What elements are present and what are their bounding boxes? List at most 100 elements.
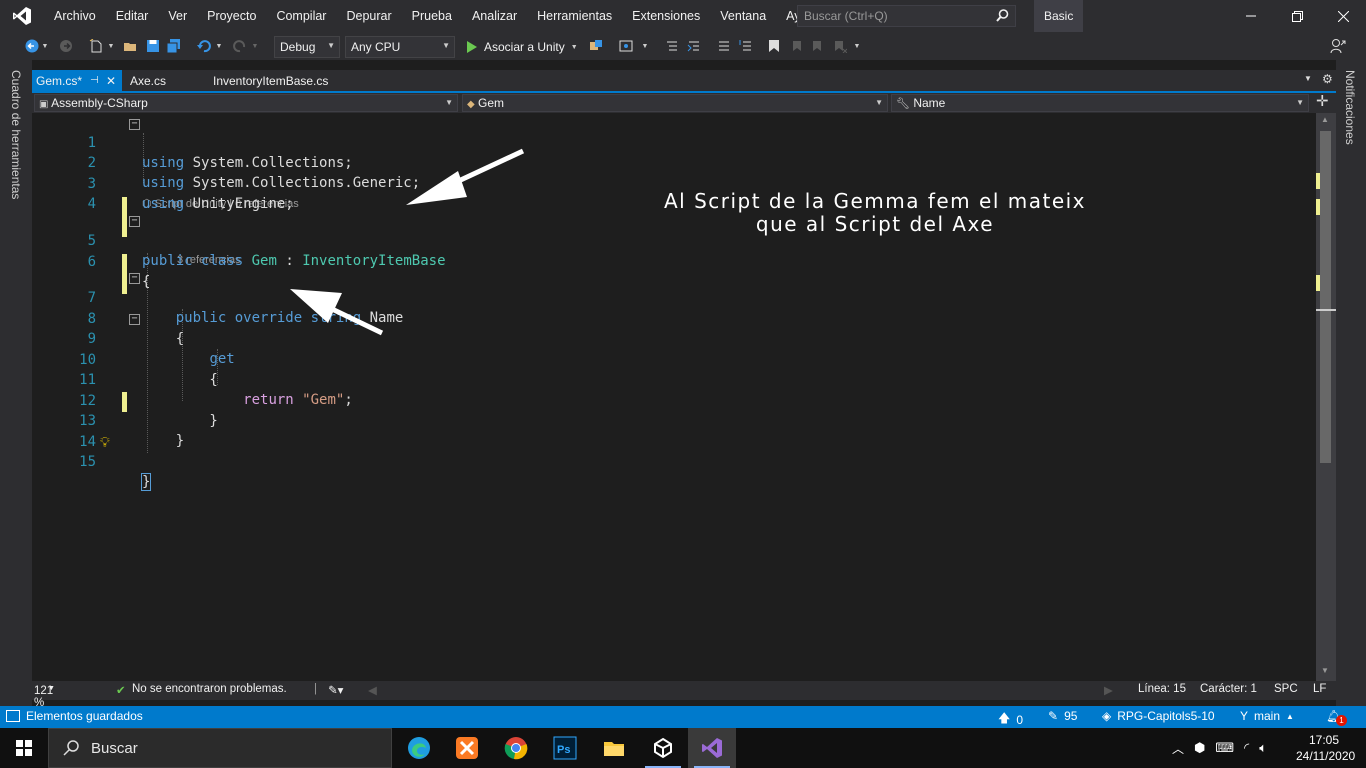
file-explorer-app-icon[interactable] <box>590 728 638 768</box>
redo-icon[interactable] <box>232 38 248 54</box>
step-into-icon[interactable] <box>664 38 680 54</box>
menu-depurar[interactable]: Depurar <box>336 0 401 32</box>
menu-proyecto[interactable]: Proyecto <box>197 0 266 32</box>
menu-herramientas[interactable]: Herramientas <box>527 0 622 32</box>
photoshop-app-icon[interactable]: Ps <box>541 728 589 768</box>
forward-icon[interactable] <box>58 38 74 54</box>
notifications-tab-label[interactable]: Notificaciones <box>1343 70 1357 145</box>
gear-icon[interactable]: ⚙ <box>1322 72 1333 86</box>
unity-app-icon[interactable] <box>639 728 687 768</box>
undo-icon[interactable] <box>196 38 212 54</box>
open-folder-icon[interactable] <box>122 38 138 54</box>
tab-gem-cs[interactable]: Gem.cs* ⊣ ✕ <box>32 70 122 92</box>
toolbar-overflow-icon[interactable]: ▼ <box>852 38 862 54</box>
split-window-icon[interactable]: ✛ <box>1316 93 1329 111</box>
xampp-app-icon[interactable] <box>443 728 491 768</box>
code-cleanup-icon[interactable]: ✎▾ <box>328 683 343 697</box>
comment-icon[interactable] <box>716 38 732 54</box>
clear-bookmarks-icon[interactable] <box>832 38 848 54</box>
menu-ver[interactable]: Ver <box>158 0 197 32</box>
step-over-icon[interactable] <box>686 38 702 54</box>
chevron-down-icon[interactable]: ▼ <box>40 38 50 54</box>
menu-compilar[interactable]: Compilar <box>266 0 336 32</box>
scroll-up-icon[interactable]: ▲ <box>1321 115 1329 124</box>
property-wrench-icon: 🔧︎ <box>896 98 910 110</box>
bookmark-icon[interactable] <box>766 38 782 54</box>
project-select[interactable]: ▣ Assembly-CSharp ▼ <box>34 94 458 112</box>
menu-extensiones[interactable]: Extensiones <box>622 0 710 32</box>
uncomment-icon[interactable] <box>738 38 754 54</box>
visual-studio-logo-icon[interactable] <box>0 0 44 32</box>
volume-muted-icon[interactable]: 🔈︎ <box>1259 740 1267 756</box>
unity-hub-tray-icon[interactable]: ⬢ <box>1194 740 1205 756</box>
tab-inventoryitembase-cs[interactable]: InventoryItemBase.cs <box>209 70 359 92</box>
live-share-user-icon[interactable] <box>1330 38 1346 54</box>
notifications-side-panel[interactable]: Notificaciones <box>1336 60 1366 706</box>
scroll-left-icon[interactable]: ◀ <box>368 683 377 697</box>
line-indicator[interactable]: Línea: 15 <box>1138 683 1186 695</box>
chevron-down-icon[interactable]: ▼ <box>106 38 116 54</box>
taskbar-search-input[interactable]: Buscar <box>48 728 392 768</box>
svg-text:Ps: Ps <box>557 744 570 756</box>
save-icon[interactable] <box>145 38 161 54</box>
show-hidden-icons-icon[interactable]: ︿ <box>1172 740 1184 757</box>
line-ending-indicator[interactable]: LF <box>1313 683 1326 695</box>
back-icon[interactable] <box>24 38 40 54</box>
search-input[interactable]: Buscar (Ctrl+Q) <box>797 5 1016 27</box>
member-select[interactable]: 🔧︎ Name ▼ <box>891 94 1309 112</box>
notification-badge: 1 <box>1336 715 1347 726</box>
chevron-down-icon[interactable]: ▼ <box>640 38 650 54</box>
close-icon[interactable] <box>1320 0 1366 32</box>
solution-platform-select[interactable]: Any CPU ▼ <box>345 36 455 58</box>
scroll-right-icon[interactable]: ▶ <box>1104 683 1113 697</box>
profile-label[interactable]: Basic <box>1034 0 1084 32</box>
up-count: 0 <box>1016 712 1024 727</box>
next-bookmark-icon[interactable] <box>810 38 826 54</box>
restore-icon[interactable] <box>1274 0 1320 32</box>
solution-configuration-select[interactable]: Debug ▼ <box>274 36 340 58</box>
keyboard-icon[interactable]: ⌨ <box>1215 740 1234 756</box>
menu-ventana[interactable]: Ventana <box>710 0 776 32</box>
attach-unity-button[interactable]: Asociar a Unity ▼ <box>462 36 582 58</box>
menu-editar[interactable]: Editar <box>106 0 159 32</box>
wifi-icon[interactable]: ◜ <box>1244 740 1249 756</box>
project-value: Assembly-CSharp <box>51 96 148 110</box>
tab-axe-cs[interactable]: Axe.cs <box>126 70 216 92</box>
windows-start-button[interactable] <box>0 728 48 768</box>
whitespace-indicator[interactable]: SPC <box>1274 683 1298 695</box>
chrome-app-icon[interactable] <box>492 728 540 768</box>
branch-selector[interactable]: Y main ▲ <box>1240 709 1294 723</box>
type-select[interactable]: ◆ Gem ▼ <box>462 94 888 112</box>
problems-status[interactable]: No se encontraron problemas. <box>132 683 287 695</box>
toolbox-tab-label[interactable]: Cuadro de herramientas <box>9 70 23 199</box>
new-project-icon[interactable] <box>88 38 104 54</box>
menu-archivo[interactable]: Archivo <box>44 0 106 32</box>
save-all-icon[interactable] <box>166 38 182 54</box>
minimize-icon[interactable] <box>1228 0 1274 32</box>
char-indicator[interactable]: Carácter: 1 <box>1200 683 1257 695</box>
repository-selector[interactable]: ◈ RPG-Capitols5-10 <box>1102 709 1215 723</box>
close-tab-icon[interactable]: ✕ <box>106 70 116 92</box>
clock-time: 17:05 <box>1308 733 1340 747</box>
tab-list-dropdown-icon[interactable]: ▼ <box>1304 74 1312 83</box>
notifications-button[interactable]: 🔔︎ 1 <box>1326 709 1347 726</box>
previous-bookmark-icon[interactable] <box>788 38 804 54</box>
scrollbar-thumb[interactable] <box>1320 131 1331 463</box>
browse-icon[interactable] <box>618 38 634 54</box>
chevron-down-icon[interactable]: ▼ <box>214 38 224 54</box>
menu-prueba[interactable]: Prueba <box>402 0 462 32</box>
chevron-down-icon[interactable]: ▼ <box>250 38 260 54</box>
pin-icon[interactable]: ⊣ <box>90 70 99 92</box>
windows-taskbar: Buscar Ps ︿ ⬢ ⌨ ◜ 🔈︎ 17:05 24/11/2020 <box>0 728 1366 768</box>
edge-app-icon[interactable] <box>395 728 443 768</box>
menu-analizar[interactable]: Analizar <box>462 0 527 32</box>
taskbar-clock[interactable]: 17:05 24/11/2020 <box>1296 732 1355 764</box>
pending-pushes[interactable]: 🡅︎ 0 <box>998 709 1023 730</box>
editor-status-line: 121 % ▼ ✔ No se encontraron problemas. |… <box>32 681 1336 709</box>
toolbox-side-panel[interactable]: Cuadro de herramientas <box>0 60 32 706</box>
visual-studio-app-icon[interactable] <box>688 728 736 768</box>
live-share-icon[interactable] <box>588 38 604 54</box>
scroll-down-icon[interactable]: ▼ <box>1321 666 1329 675</box>
pending-changes[interactable]: ✎ 95 <box>1048 709 1077 723</box>
vertical-scrollbar[interactable]: ▲ ▼ <box>1316 113 1336 681</box>
